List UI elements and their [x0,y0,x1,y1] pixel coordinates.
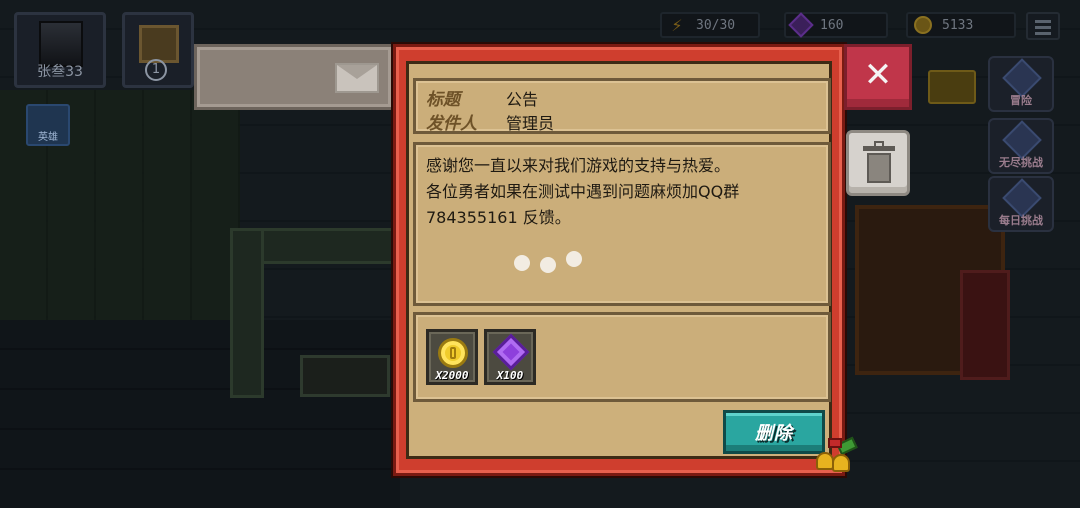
envelope-icon [335,63,379,93]
mail-list-item[interactable] [194,44,394,110]
background-sign [300,355,390,397]
close-button[interactable]: ✕ [844,44,912,110]
mail-content-panel: 标题 公告 发件人 管理员 感谢您一直以来对我们游戏的支持与热爱。 各位勇者如果… [406,61,832,459]
mail-sender-key: 发件人 [426,114,477,134]
adventure-label: 冒险 [1010,94,1032,107]
mail-title-key: 标题 [426,90,460,110]
player-name: 张叁33 [37,64,83,80]
bells-decoration-icon [810,436,864,476]
attachment-gem[interactable]: X100 [484,329,536,385]
endless-challenge-label: 无尽挑战 [999,156,1043,169]
mail-header: 标题 公告 发件人 管理员 [413,78,831,134]
chest-icon [139,25,179,63]
purple-gem-icon [492,333,530,371]
hero-label: 英雄 [38,132,58,143]
daily-challenge-button[interactable]: 每日挑战 [988,176,1054,232]
mail-title-row: 标题 公告 [426,85,539,111]
mail-sender-value: 管理员 [506,113,555,133]
mail-body: 感谢您一直以来对我们游戏的支持与热爱。 各位勇者如果在测试中遇到问题麻烦加QQ群… [413,142,831,306]
gem-value: 160 [820,17,844,33]
attachment-count: X100 [496,369,524,382]
background-door [960,270,1010,380]
chest-button[interactable]: 1 [122,12,194,88]
gem-icon [788,12,814,38]
trash-button[interactable] [846,130,910,196]
endless-challenge-button[interactable]: 无尽挑战 [988,118,1054,174]
gold-coin-icon [912,14,934,36]
close-icon: ✕ [863,55,893,95]
delete-button-label: 删除 [755,423,793,444]
lightning-icon: ⚡ [671,15,683,35]
menu-button[interactable] [1026,12,1060,40]
mail-body-line: 感谢您一直以来对我们游戏的支持与热爱。 [426,156,731,175]
mail-title-value: 公告 [506,89,539,109]
mail-sender-row: 发件人 管理员 [426,109,555,135]
crown-icon[interactable] [928,70,976,104]
gem-counter: 160 [784,12,888,38]
attachment-count: X2000 [435,369,469,382]
energy-counter: ⚡ 30/30 [660,12,760,38]
gold-coin-icon [438,338,468,368]
mail-body-line: 各位勇者如果在测试中遇到问题麻烦加QQ群 [426,182,740,201]
hamburger-icon [1035,20,1051,23]
gold-value: 5133 [942,17,974,33]
adventure-button[interactable]: 冒险 [988,56,1054,112]
mail-attachments: X2000 X100 [413,312,831,402]
mail-dialog: 标题 公告 发件人 管理员 感谢您一直以来对我们游戏的支持与热爱。 各位勇者如果… [393,44,845,476]
player-profile-button[interactable]: 张叁33 [14,12,106,88]
floor-tiles-lower [0,320,400,508]
attachment-gold[interactable]: X2000 [426,329,478,385]
gold-counter: 5133 [906,12,1016,38]
energy-value: 30/30 [696,17,736,33]
mail-body-line: 784355161 反馈。 [426,208,571,227]
daily-challenge-label: 每日挑战 [999,214,1043,227]
mail-body-text: 感谢您一直以来对我们游戏的支持与热爱。 各位勇者如果在测试中遇到问题麻烦加QQ群… [426,153,818,231]
background-pipe-vertical [230,228,264,398]
chest-count-badge: 1 [145,59,167,81]
hero-button[interactable]: 英雄 [26,104,70,146]
